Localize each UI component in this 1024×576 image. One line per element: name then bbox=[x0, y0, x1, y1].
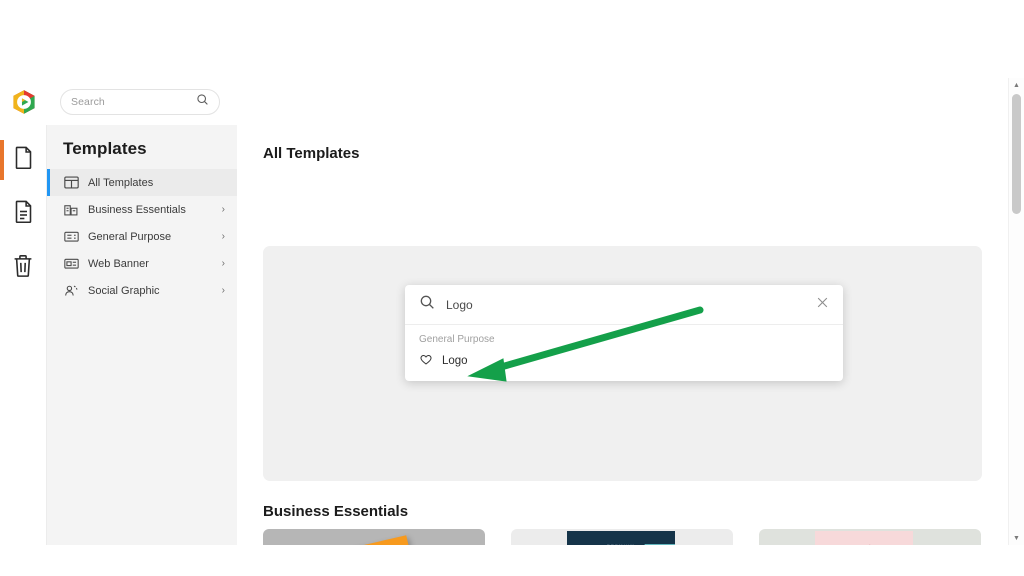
search-input-placeholder: Search bbox=[71, 95, 105, 108]
top-bar: Search bbox=[0, 78, 1024, 125]
scrollbar-thumb[interactable] bbox=[1012, 94, 1021, 214]
chevron-right-icon: › bbox=[221, 257, 225, 269]
grid-templates-icon bbox=[63, 176, 79, 190]
search-input[interactable]: Search bbox=[60, 88, 220, 115]
sidebar-item-label: Business Essentials bbox=[88, 203, 186, 216]
suggestion-item-logo[interactable]: Logo bbox=[405, 348, 843, 381]
scroll-down-arrow-icon[interactable]: ▼ bbox=[1009, 531, 1024, 545]
suggestion-label: Logo bbox=[442, 354, 468, 367]
template-card-car-wash[interactable]: — PREMIUM — CAR WASH bbox=[511, 529, 733, 545]
overlay-search-input[interactable]: Logo bbox=[405, 285, 843, 325]
card-artwork: 7 Weeks makeup courses Discover the idea… bbox=[815, 531, 913, 545]
template-card-row: 12 Outstanding Personality Traits of a G… bbox=[263, 529, 1003, 545]
buildings-icon bbox=[63, 203, 79, 217]
left-icon-rail bbox=[0, 125, 47, 545]
rail-item-my-designs[interactable] bbox=[0, 187, 46, 241]
main-content: All Templates Create beautiful documents… bbox=[237, 125, 1007, 545]
card-flyer-artwork: 12 Outstanding Personality Traits of a G… bbox=[291, 535, 433, 545]
page-title: All Templates bbox=[263, 145, 360, 162]
sidebar-item-business-essentials[interactable]: Business Essentials › bbox=[47, 196, 237, 223]
hexagon-play-logo-icon[interactable] bbox=[0, 78, 48, 125]
chevron-right-icon: › bbox=[221, 203, 225, 215]
chevron-right-icon: › bbox=[221, 230, 225, 242]
templates-sidebar: Templates All Templates Business Essenti… bbox=[47, 125, 237, 545]
person-share-icon bbox=[63, 284, 79, 298]
vertical-scrollbar[interactable]: ▲ ▼ bbox=[1008, 78, 1024, 545]
banner-icon bbox=[63, 257, 79, 271]
sidebar-item-social-graphic[interactable]: Social Graphic › bbox=[47, 277, 237, 304]
scroll-up-arrow-icon[interactable]: ▲ bbox=[1009, 78, 1024, 92]
rail-item-trash[interactable] bbox=[0, 241, 46, 295]
sidebar-item-web-banner[interactable]: Web Banner › bbox=[47, 250, 237, 277]
sidebar-item-all-templates[interactable]: All Templates bbox=[47, 169, 237, 196]
sidebar-item-label: General Purpose bbox=[88, 230, 172, 243]
rail-item-documents[interactable] bbox=[0, 133, 46, 187]
close-icon[interactable] bbox=[816, 296, 829, 314]
template-card-makeup-courses[interactable]: 7 Weeks makeup courses Discover the idea… bbox=[759, 529, 981, 545]
sidebar-title: Templates bbox=[63, 139, 147, 158]
document-blank-icon bbox=[13, 146, 34, 174]
heart-icon bbox=[419, 352, 433, 369]
trash-icon bbox=[12, 254, 34, 282]
document-lines-icon bbox=[13, 200, 34, 228]
card-artwork: — PREMIUM — CAR WASH bbox=[567, 531, 675, 545]
sidebar-item-label: Web Banner bbox=[88, 257, 149, 270]
chevron-right-icon: › bbox=[221, 284, 225, 296]
list-card-icon bbox=[63, 230, 79, 244]
sidebar-item-label: Social Graphic bbox=[88, 284, 160, 297]
overlay-search-value: Logo bbox=[446, 297, 473, 312]
sidebar-item-general-purpose[interactable]: General Purpose › bbox=[47, 223, 237, 250]
app-viewport: Search Templates All Templates Business … bbox=[0, 78, 1024, 545]
sidebar-item-label: All Templates bbox=[88, 176, 154, 189]
section-title-business-essentials: Business Essentials bbox=[263, 503, 409, 520]
search-overlay-card: Logo General Purpose Logo bbox=[405, 285, 843, 381]
card-ribbon-shape bbox=[637, 544, 675, 545]
search-icon bbox=[196, 93, 209, 111]
search-icon bbox=[419, 294, 435, 315]
suggestion-group-label: General Purpose bbox=[419, 334, 495, 345]
card-kicker: 7 Weeks bbox=[815, 544, 913, 545]
template-card-great-boss[interactable]: 12 Outstanding Personality Traits of a G… bbox=[263, 529, 485, 545]
